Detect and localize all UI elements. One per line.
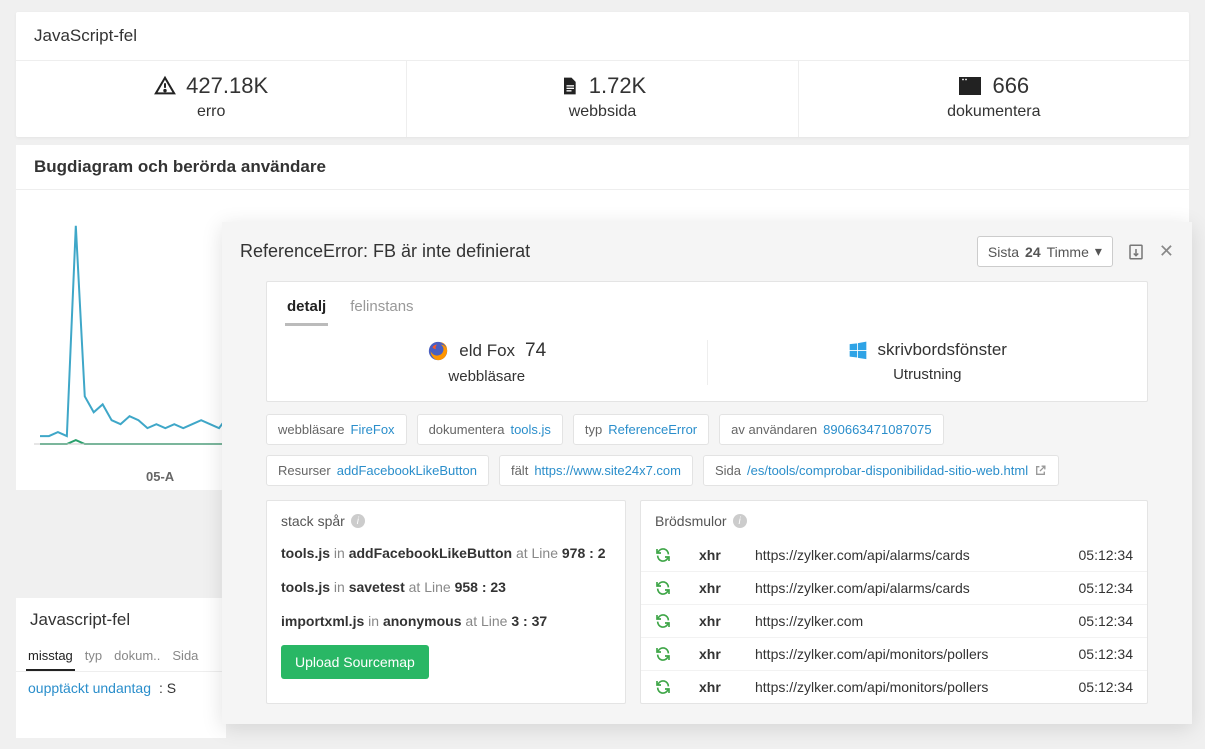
stat-value: 1.72K [589,73,647,99]
breadcrumbs-panel: Brödsmulor i xhrhttps://zylker.com/api/a… [640,500,1148,704]
error-detail-modal: ReferenceError: FB är inte definierat Si… [222,222,1192,724]
line-chart [34,200,234,470]
windows-icon [848,340,868,360]
bottom-left-title: Javascript-fel [16,598,226,642]
crumb-url: https://zylker.com/api/monitors/pollers [755,679,1079,695]
error-link[interactable]: oupptäckt undantag [28,680,151,696]
breadcrumb-row[interactable]: xhrhttps://zylker.com05:12:34 [641,604,1147,637]
crumb-type: xhr [699,580,755,596]
modal-tabs: detalj felinstans [267,282,1147,326]
table-row[interactable]: oupptäckt undantag : S [16,672,226,704]
upload-sourcemap-button[interactable]: Upload Sourcemap [281,645,429,679]
breadcrumb-row[interactable]: xhrhttps://zylker.com/api/monitors/polle… [641,637,1147,670]
crumb-url: https://zylker.com/api/alarms/cards [755,547,1079,563]
tab-detalj[interactable]: detalj [285,292,328,326]
tab-sida[interactable]: Sida [170,642,200,671]
stack-trace-panel: stack spår i tools.js in addFacebookLike… [266,500,626,704]
stack-trace-line: importxml.js in anonymous at Line 3 : 37 [281,607,611,641]
stack-trace-line: tools.js in savetest at Line 958 : 23 [281,573,611,607]
time-unit: Timme [1047,244,1089,260]
bottom-left-tabs: misstag typ dokum.. Sida [16,642,226,672]
crumb-time: 05:12:34 [1079,646,1134,662]
stats-row: 427.18K erro 1.72K webbsida 666 dokument… [16,61,1189,137]
document-icon [559,75,579,97]
tab-felinstans[interactable]: felinstans [348,292,415,326]
time-range-select[interactable]: Sista 24 Timme ▾ [977,236,1113,267]
chip-user[interactable]: av användaren890663471087075 [719,414,943,445]
stack-title: stack spår i [281,513,611,529]
crumb-time: 05:12:34 [1079,580,1134,596]
breadcrumb-row[interactable]: xhrhttps://zylker.com/api/alarms/cards05… [641,539,1147,571]
refresh-icon [655,679,671,695]
time-prefix: Sista [988,244,1019,260]
detail-card: detalj felinstans eld Fox 74 webbläsare [266,281,1148,402]
modal-title: ReferenceError: FB är inte definierat [240,241,530,262]
crumb-url: https://zylker.com/api/monitors/pollers [755,646,1079,662]
crumbs-title: Brödsmulor i [641,501,1147,529]
refresh-icon [655,646,671,662]
error-val: : S [159,680,176,696]
stat-document: 666 dokumentera [799,61,1189,137]
browser-version: 74 [525,340,546,362]
external-link-icon [1034,464,1047,477]
pdf-export-icon[interactable] [1127,243,1145,261]
crumb-time: 05:12:34 [1079,547,1134,563]
window-icon [958,76,982,96]
browser-device-row: eld Fox 74 webbläsare skrivbordsfönster … [267,326,1147,401]
stat-label: webbsida [407,103,797,121]
browser-col: eld Fox 74 webbläsare [267,340,708,385]
chips-row: webbläsareFireFox dokumenteratools.js ty… [266,414,1148,486]
stat-label: dokumentera [799,103,1189,121]
chip-page[interactable]: Sida/es/tools/comprobar-disponibilidad-s… [703,455,1059,486]
modal-header: ReferenceError: FB är inte definierat Si… [222,222,1192,281]
chip-document[interactable]: dokumenteratools.js [417,414,563,445]
crumb-type: xhr [699,646,755,662]
top-card: JavaScript-fel 427.18K erro 1.72K webbsi… [16,12,1189,137]
refresh-icon [655,613,671,629]
chip-type[interactable]: typReferenceError [573,414,709,445]
alert-triangle-icon [154,75,176,97]
page-title: JavaScript-fel [16,12,1189,61]
crumb-time: 05:12:34 [1079,613,1134,629]
tab-typ[interactable]: typ [83,642,104,671]
chevron-down-icon: ▾ [1095,243,1102,260]
tab-dokum[interactable]: dokum.. [112,642,162,671]
breadcrumb-row[interactable]: xhrhttps://zylker.com/api/monitors/polle… [641,670,1147,703]
section-title: Bugdiagram och berörda användare [16,145,1189,190]
firefox-icon [427,340,449,362]
bottom-left-panel: Javascript-fel misstag typ dokum.. Sida … [16,598,226,738]
tab-misstag[interactable]: misstag [26,642,75,671]
browser-label: webbläsare [267,368,707,385]
browser-name: eld Fox [459,341,515,361]
refresh-icon [655,547,671,563]
stat-errors: 427.18K erro [16,61,407,137]
crumb-url: https://zylker.com/api/alarms/cards [755,580,1079,596]
crumb-type: xhr [699,547,755,563]
time-value: 24 [1025,244,1041,260]
chip-browser[interactable]: webbläsareFireFox [266,414,407,445]
chart-x-label: 05-A [146,469,174,484]
stat-value: 427.18K [186,73,268,99]
refresh-icon [655,580,671,596]
crumb-type: xhr [699,679,755,695]
stat-label: erro [16,103,406,121]
crumb-time: 05:12:34 [1079,679,1134,695]
chip-resource[interactable]: ResurseraddFacebookLikeButton [266,455,489,486]
chip-domain[interactable]: fälthttps://www.site24x7.com [499,455,693,486]
stat-webpage: 1.72K webbsida [407,61,798,137]
device-col: skrivbordsfönster Utrustning [708,340,1148,385]
stack-trace-line: tools.js in addFacebookLikeButton at Lin… [281,539,611,573]
crumb-url: https://zylker.com [755,613,1079,629]
crumb-type: xhr [699,613,755,629]
device-label: Utrustning [708,366,1148,383]
device-name: skrivbordsfönster [878,340,1007,360]
stat-value: 666 [992,73,1029,99]
info-icon[interactable]: i [351,514,365,528]
info-icon[interactable]: i [733,514,747,528]
breadcrumb-row[interactable]: xhrhttps://zylker.com/api/alarms/cards05… [641,571,1147,604]
close-icon[interactable]: ✕ [1159,241,1174,262]
lower-panels: stack spår i tools.js in addFacebookLike… [266,500,1148,704]
